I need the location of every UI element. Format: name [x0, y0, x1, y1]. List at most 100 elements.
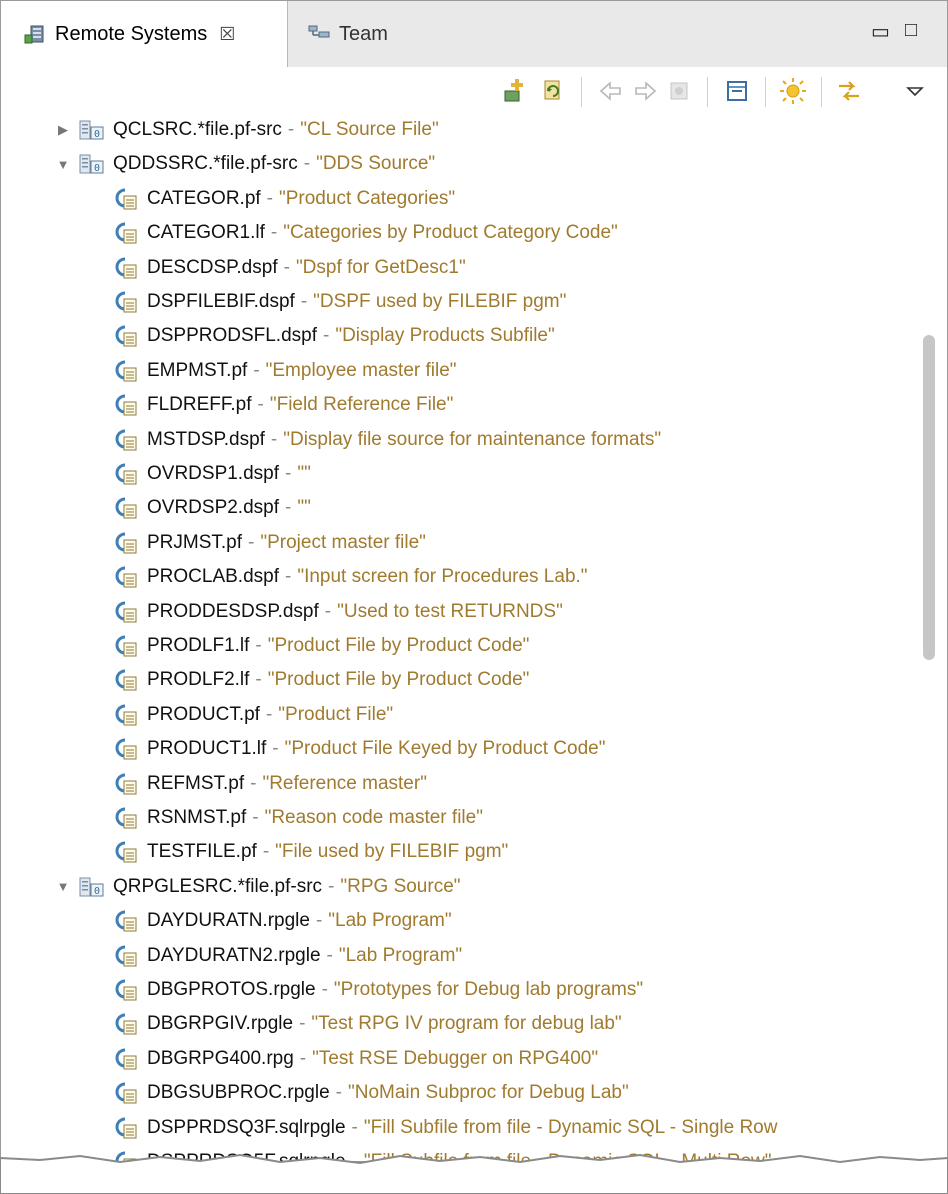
tree-item-separator: - [287, 119, 295, 140]
source-member-icon [113, 256, 139, 280]
tree-item-separator: - [266, 187, 273, 209]
view-tab-bar: Remote Systems ☒ Team ▭ □ [1, 1, 947, 68]
tree-member-row[interactable]: DAYDURATN2.rpgle - "Lab Program" [113, 939, 462, 973]
tree-member-row[interactable]: CATEGOR1.lf - "Categories by Product Categ… [113, 216, 618, 250]
tree-item-separator: - [324, 600, 332, 622]
tree-member-row[interactable]: PRODDESDSP.dspf - "Used to test RETURNDS" [113, 595, 563, 629]
tree-item-description: "Display file source for maintenance for… [283, 428, 662, 450]
torn-edge [0, 1153, 948, 1194]
source-member-icon [113, 359, 139, 383]
tree-member-row[interactable]: PRODLF2.lf - "Product File by Product Code… [113, 663, 529, 697]
tree-item-separator: - [285, 566, 292, 588]
maximize-icon[interactable]: □ [905, 19, 917, 42]
tree-member-row[interactable]: OVRDSP1.dspf - "" [113, 457, 311, 491]
tree-member-row[interactable]: DBGRPGIV.rpgle - "Test RPG IV program for … [113, 1007, 622, 1041]
tree-member-row[interactable]: FLDREFF.pf - "Field Reference File" [113, 388, 453, 422]
tree-item-name: EMPMST.pf [147, 359, 248, 381]
tree-member-row[interactable]: REFMST.pf - "Reference master" [113, 767, 427, 801]
tree-member-row[interactable]: DSPPRODSFL.dspf - "Display Products Subfil… [113, 319, 555, 353]
minimize-icon[interactable]: ▭ [871, 19, 890, 44]
tree-item-separator: - [299, 1047, 307, 1069]
tab-close-icon[interactable]: ☒ [219, 24, 235, 45]
tree-item-description: "Categories by Product Category Code" [283, 222, 618, 244]
refresh-icon[interactable] [539, 77, 567, 105]
tree-member-row[interactable]: PRODUCT.pf - "Product File" [113, 698, 393, 732]
tab-team-label: Team [339, 22, 388, 45]
source-member-icon [113, 634, 139, 658]
forward-icon[interactable] [631, 77, 659, 105]
tree-item-name: OVRDSP2.dspf [147, 497, 279, 519]
source-file-icon: 0 [79, 118, 105, 142]
tree-member-row[interactable]: DESCDSP.dspf - "Dspf for GetDesc1" [113, 251, 466, 285]
source-file-icon: 0 [79, 152, 105, 176]
source-member-icon [113, 978, 139, 1002]
home-icon[interactable] [665, 77, 693, 105]
tree-item-description: "DSPF used by FILEBIF pgm" [313, 291, 567, 312]
tab-remote-systems[interactable]: Remote Systems ☒ [1, 1, 288, 68]
tree-item-separator: - [252, 807, 259, 828]
tree-item-description: "" [297, 463, 311, 484]
svg-text:0: 0 [94, 129, 100, 140]
tree-member-row[interactable]: DBGRPG400.rpg - "Test RSE Debugger on RPG4… [113, 1042, 598, 1076]
tree-item-name: PROCLAB.dspf [147, 566, 279, 588]
tree-member-row[interactable]: PROCLAB.dspf - "Input screen for Procedure… [113, 560, 588, 594]
tree-member-row[interactable]: DSPPRDSQ3F.sqlrpgle - "Fill Subfile from f… [113, 1111, 777, 1145]
tree-member-row[interactable]: DBGSUBPROC.rpgle - "NoMain Subproc for Deb… [113, 1076, 629, 1110]
source-member-icon [113, 806, 139, 830]
tree-folder-row[interactable]: ▶ 0 QCLSRC.*file.pf-src - "CL Source File" [55, 113, 439, 147]
source-member-icon [113, 840, 139, 864]
tree-item-description: "Product Categories" [279, 187, 456, 209]
tree-member-row[interactable]: DAYDURATN.rpgle - "Lab Program" [113, 904, 452, 938]
tree-item-separator: - [299, 1013, 306, 1035]
back-icon[interactable] [597, 77, 625, 105]
tree-member-row[interactable]: OVRDSP2.dspf - "" [113, 491, 311, 525]
tree-member-row[interactable]: MSTDSP.dspf - "Display file source for mai… [113, 423, 661, 457]
tree-member-row[interactable]: CATEGOR.pf - "Product Categories" [113, 182, 455, 216]
tree-folder-row[interactable]: ▼ 0 QDDSSRC.*file.pf-src - "DDS Source" [55, 147, 436, 181]
source-file-icon: 0 [79, 875, 105, 899]
tree-member-row[interactable]: PRODUCT1.lf - "Product File Keyed by Produ… [113, 732, 605, 766]
link-with-editor-icon[interactable] [835, 77, 863, 105]
tree-item-description: "Fill Subfile from file - Dynamic SQL - … [363, 1116, 778, 1138]
sun-icon[interactable] [779, 77, 807, 105]
new-connection-icon[interactable] [501, 77, 529, 105]
tree-item-separator: - [272, 738, 279, 760]
source-member-icon [113, 703, 139, 727]
scrollbar-thumb[interactable] [923, 335, 935, 660]
vertical-scrollbar[interactable] [919, 115, 939, 1161]
tree-item-name: FLDREFF.pf [147, 394, 252, 416]
source-member-icon [113, 565, 139, 589]
tree-member-row[interactable]: PRJMST.pf - "Project master file" [113, 526, 426, 560]
tree-member-row[interactable]: PRODLF1.lf - "Product File by Product Code… [113, 629, 529, 663]
tree-item-description: "Input screen for Procedures Lab." [297, 566, 588, 588]
tree-item-name: DSPPRODSFL.dspf [147, 325, 317, 347]
tree-member-row[interactable]: EMPMST.pf - "Employee master file" [113, 354, 457, 388]
tree-member-row[interactable]: DBGPROTOS.rpgle - "Prototypes for Debug la… [113, 973, 643, 1007]
toolbar-separator [581, 77, 582, 107]
expand-arrow-open-icon[interactable]: ▼ [55, 879, 71, 894]
tree-member-row[interactable]: RSNMST.pf - "Reason code master file" [113, 801, 483, 835]
source-member-icon [113, 462, 139, 486]
tree-member-row[interactable]: DSPFILEBIF.dspf - "DSPF used by FILEBIF pg… [113, 285, 566, 319]
view-menu-icon[interactable] [901, 77, 929, 105]
expand-arrow-closed-icon[interactable]: ▶ [55, 122, 71, 138]
tree-item-name: PRJMST.pf [147, 531, 243, 553]
tree-item-separator: - [303, 153, 311, 175]
tree-item-name: PRODUCT.pf [147, 703, 260, 725]
tree-item-separator: - [255, 669, 262, 691]
tree-item-description: "Product File" [278, 703, 394, 725]
tree-item-description: "CL Source File" [300, 119, 439, 140]
tree-item-name: DBGSUBPROC.rpgle [147, 1082, 330, 1104]
tree-member-row[interactable]: TESTFILE.pf - "File used by FILEBIF pgm" [113, 835, 508, 869]
tree-item-separator: - [250, 772, 257, 794]
tree-item-description: "" [297, 497, 311, 519]
tree-item-separator: - [262, 841, 270, 863]
collapse-all-icon[interactable] [723, 77, 751, 105]
source-member-icon [113, 221, 139, 245]
expand-arrow-open-icon[interactable]: ▼ [55, 157, 71, 172]
tree-item-description: "NoMain Subproc for Debug Lab" [348, 1082, 629, 1104]
source-member-icon [113, 324, 139, 348]
source-member-icon [113, 187, 139, 211]
tree-folder-row[interactable]: ▼ 0 QRPGLESRC.*file.pf-src - "RPG Source" [55, 870, 461, 904]
tab-team[interactable]: Team [289, 1, 489, 67]
